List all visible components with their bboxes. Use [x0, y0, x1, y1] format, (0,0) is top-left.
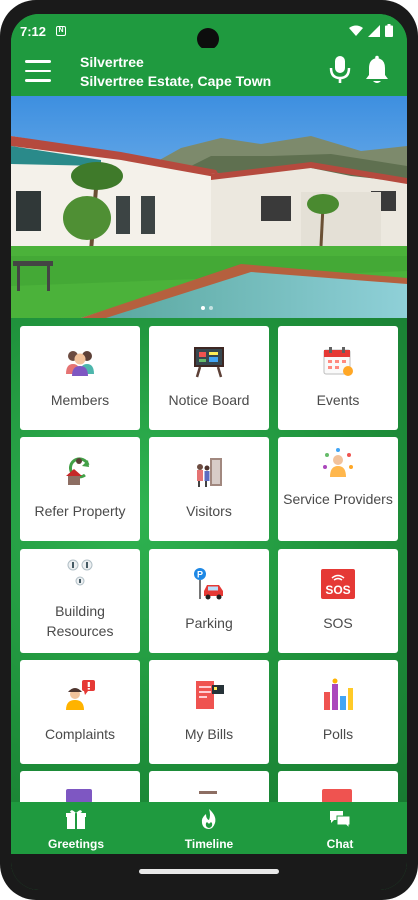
nav-greetings[interactable]: Greetings: [31, 808, 121, 851]
microphone-icon[interactable]: [329, 55, 351, 85]
bills-icon: [196, 681, 224, 709]
status-time: 7:12: [20, 24, 47, 39]
feature-grid: Members Notice Board Events Refer Proper…: [11, 318, 407, 802]
tile-visitors[interactable]: Visitors: [149, 437, 269, 541]
estate-subtitle: Silvertree Estate, Cape Town: [80, 73, 272, 89]
bottom-navigation: Greetings Timeline Chat: [11, 802, 407, 854]
wifi-icon: [349, 25, 363, 36]
notice-board-icon: [194, 347, 224, 378]
tile-partial[interactable]: [278, 771, 398, 802]
hamburger-menu-icon[interactable]: [25, 60, 51, 82]
estate-title: Silvertree: [80, 54, 144, 70]
nav-label: Greetings: [47, 837, 104, 851]
chat-icon: [330, 811, 351, 830]
tile-building-resources[interactable]: Building Resources: [20, 549, 140, 653]
tile-label: Notice Board: [168, 392, 250, 408]
tile-polls[interactable]: Polls: [278, 660, 398, 764]
bell-icon[interactable]: [364, 55, 390, 85]
complaints-icon: [66, 680, 95, 710]
tile-partial[interactable]: [149, 771, 269, 802]
tile-label: Parking: [185, 615, 233, 631]
service-providers-icon: [323, 448, 353, 477]
polls-icon: [324, 678, 353, 710]
nav-label: Timeline: [184, 837, 234, 851]
tile-label: Events: [316, 392, 360, 408]
signal-icon: [368, 24, 380, 37]
tile-label: Members: [50, 392, 110, 408]
nav-label: Chat: [326, 837, 354, 851]
refer-property-icon: [66, 457, 90, 485]
timeline-icon: [201, 809, 216, 829]
tile-notice-board[interactable]: Notice Board: [149, 326, 269, 430]
tile-refer-property[interactable]: Refer Property: [20, 437, 140, 541]
tile-label: Building Resources: [46, 603, 114, 639]
system-icons: [349, 24, 393, 37]
tile-complaints[interactable]: Complaints: [20, 660, 140, 764]
svg-text:P: P: [197, 570, 203, 580]
sos-icon: SOS: [321, 569, 355, 599]
screen: 7:12 N Silvertree Silvertree Estate, Cap…: [11, 14, 407, 890]
battery-icon: [385, 24, 393, 37]
visitors-icon: [197, 458, 222, 487]
sos-icon-text: SOS: [325, 583, 350, 597]
tile-events[interactable]: Events: [278, 326, 398, 430]
greetings-icon: [66, 810, 86, 829]
building-resources-icon: [67, 559, 93, 586]
tile-service-providers[interactable]: Service Providers: [278, 437, 398, 541]
tile-members[interactable]: Members: [20, 326, 140, 430]
tile-my-bills[interactable]: My Bills: [149, 660, 269, 764]
tile-label: Polls: [322, 726, 354, 742]
tile-label: Complaints: [44, 726, 116, 742]
partial-icon: [66, 789, 92, 802]
status-bar: 7:12 N: [11, 14, 407, 50]
tile-label: Visitors: [186, 503, 232, 519]
partial-icon: [322, 789, 352, 802]
partial-icon: [199, 791, 217, 802]
tile-sos[interactable]: SOS SOS: [278, 549, 398, 653]
tile-label: Service Providers: [283, 491, 393, 507]
tile-parking[interactable]: P Parking: [149, 549, 269, 653]
members-icon: [66, 351, 94, 376]
front-camera: [197, 28, 219, 50]
banner-image[interactable]: [11, 96, 407, 318]
tile-label: My Bills: [184, 726, 234, 742]
gesture-bar[interactable]: [11, 854, 407, 890]
house-photo: [11, 96, 407, 318]
carousel-dots: [201, 306, 213, 310]
notification-icon: N: [56, 26, 66, 36]
tile-label: SOS: [323, 615, 353, 631]
phone-frame: 7:12 N Silvertree Silvertree Estate, Cap…: [0, 0, 418, 900]
parking-icon: P: [194, 568, 223, 600]
tile-partial[interactable]: [20, 771, 140, 802]
calendar-icon: [323, 347, 353, 376]
nav-timeline[interactable]: Timeline: [164, 808, 254, 851]
tile-label: Refer Property: [34, 503, 126, 519]
app-bar: Silvertree Silvertree Estate, Cape Town: [11, 48, 407, 96]
nav-chat[interactable]: Chat: [295, 808, 385, 851]
